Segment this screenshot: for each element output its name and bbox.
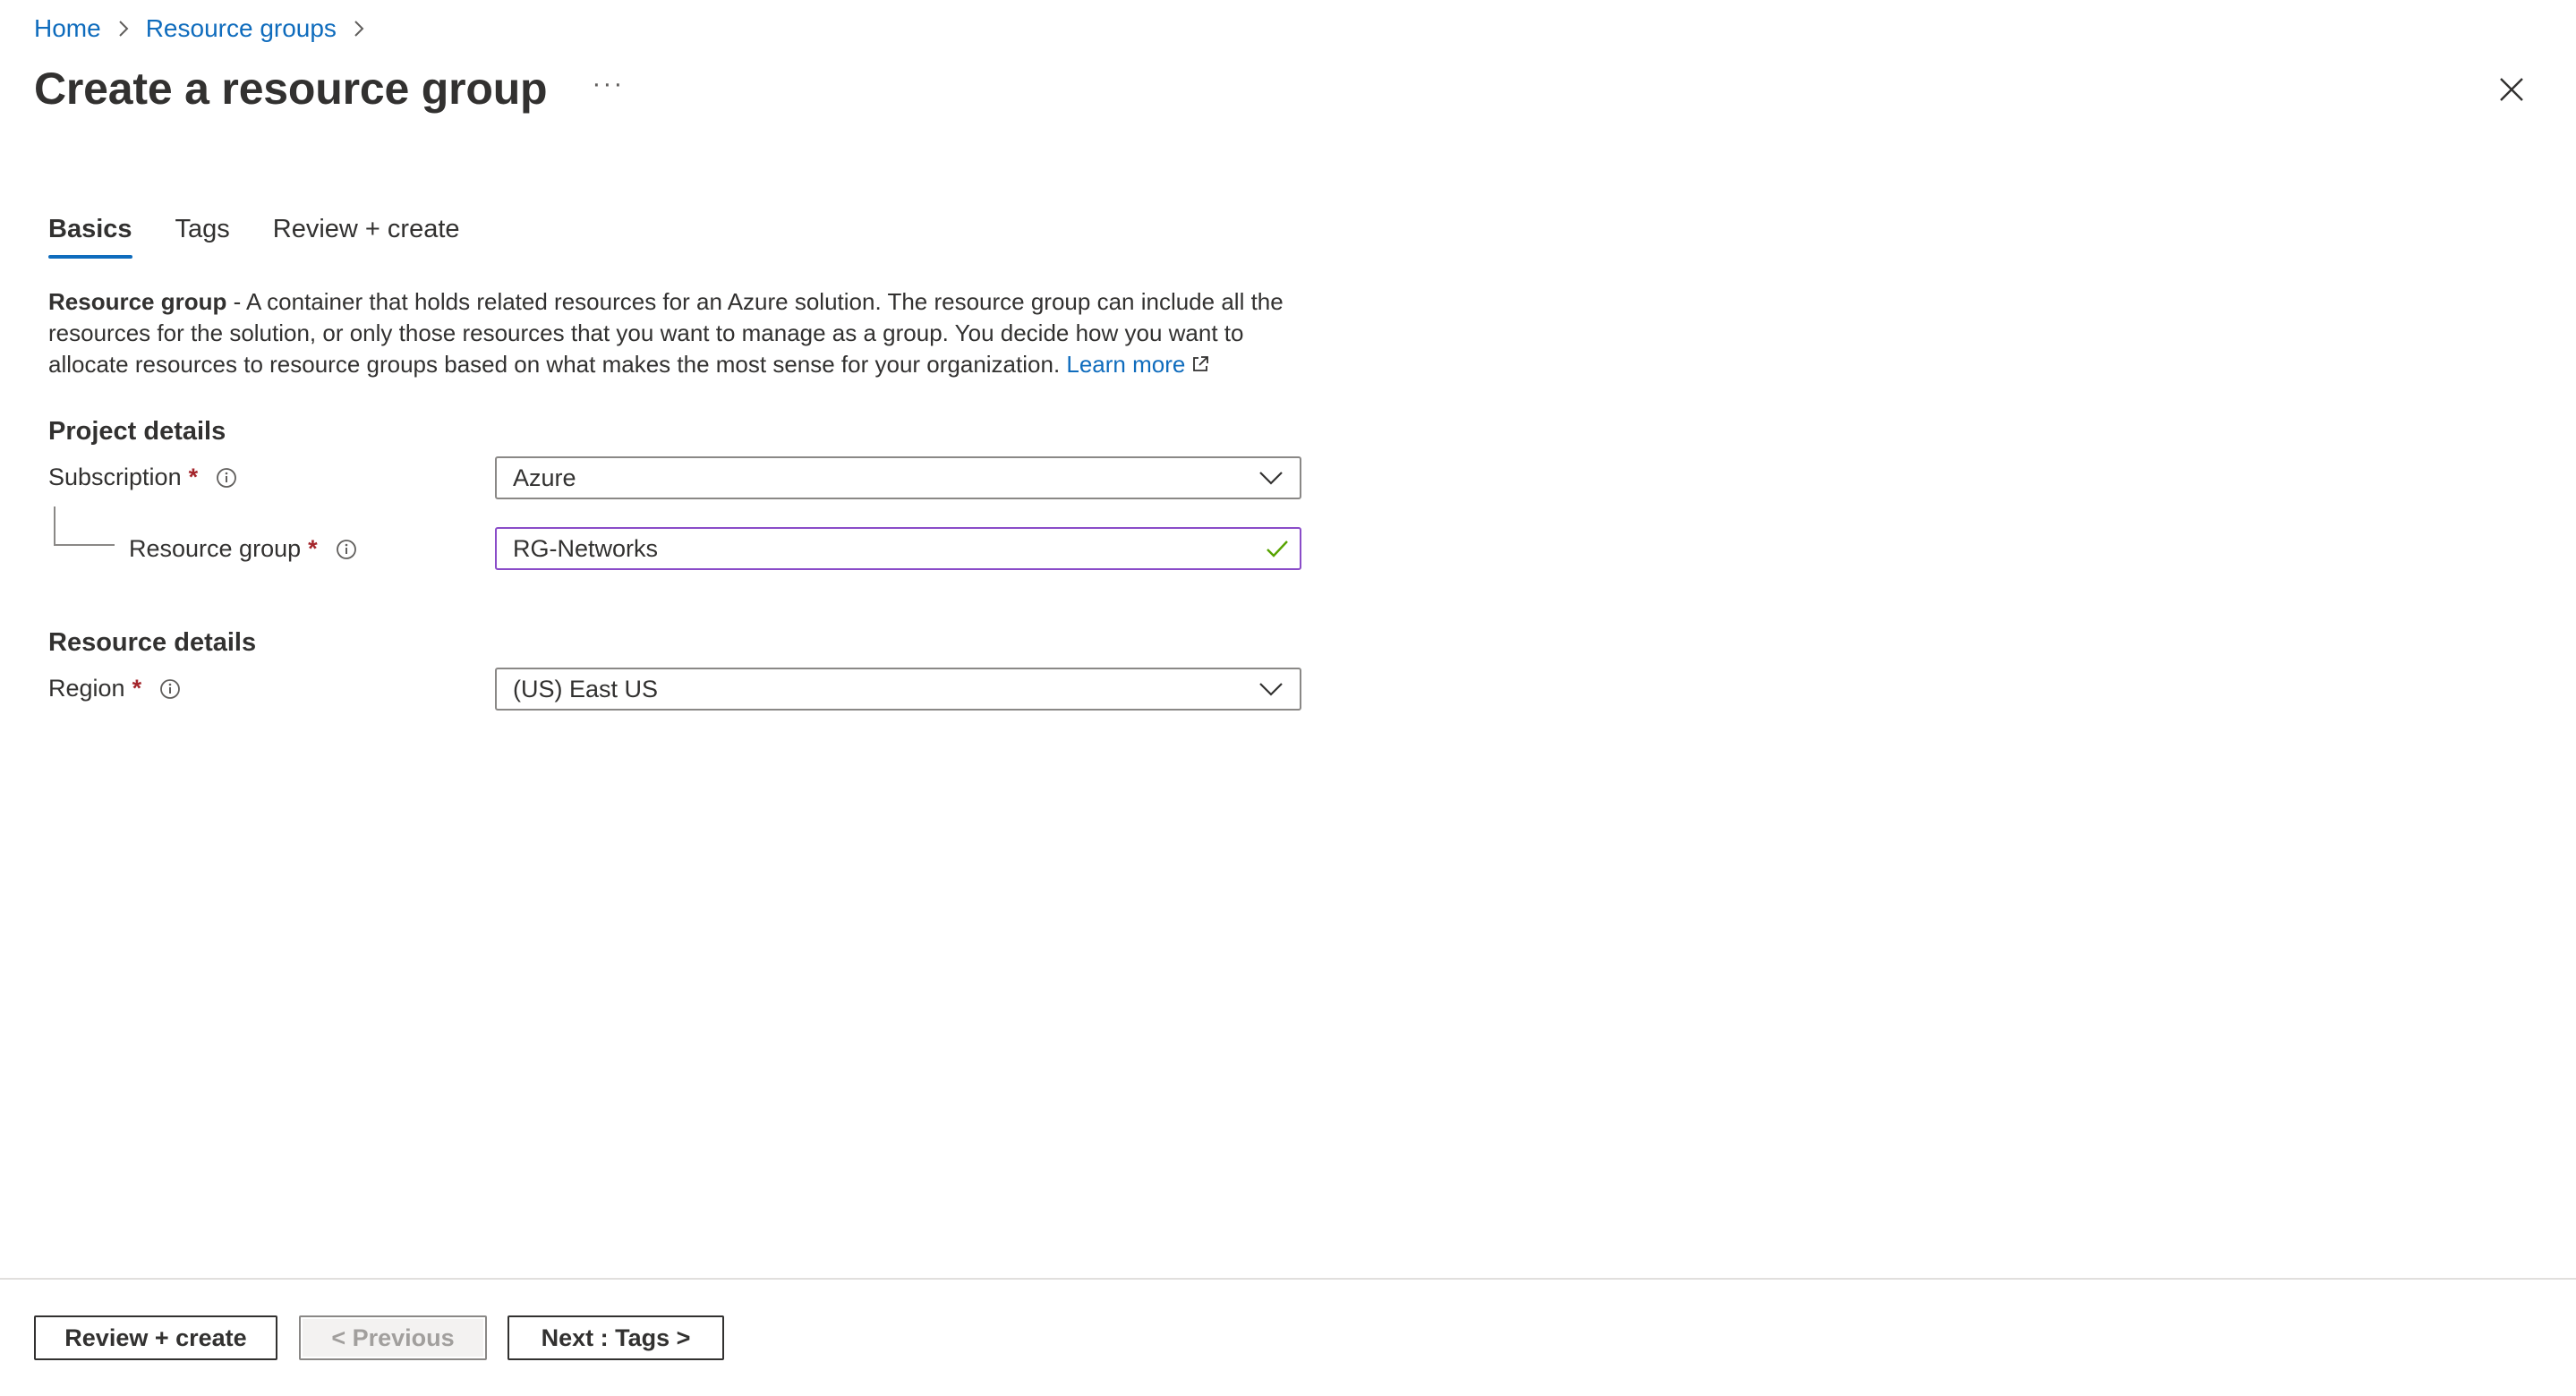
subscription-label-text: Subscription [48,464,182,490]
tab-tags[interactable]: Tags [175,215,230,259]
title-row: Create a resource group ··· [34,63,624,115]
region-label-text: Region [48,675,125,702]
subscription-value: Azure [513,464,576,491]
resource-group-input-wrapper [495,527,1301,570]
more-options-button[interactable]: ··· [592,69,624,108]
info-icon[interactable] [216,467,237,489]
chevron-down-icon [1259,472,1283,485]
subscription-label: Subscription * [48,464,237,491]
resource-group-label: Resource group * [129,535,357,563]
tree-connector [54,506,115,546]
chevron-down-icon [1259,683,1283,696]
required-asterisk: * [308,535,318,562]
breadcrumb: Home Resource groups [34,14,381,43]
page-title: Create a resource group [34,64,548,114]
resource-group-description: Resource group - A container that holds … [48,286,1301,380]
tab-bar: Basics Tags Review + create [48,215,503,259]
checkmark-icon [1267,541,1288,558]
required-asterisk: * [132,675,142,702]
footer-bar: Review + create < Previous Next : Tags > [0,1278,2576,1396]
close-icon[interactable] [2497,75,2526,104]
region-label: Region * [48,675,181,702]
resource-group-label-text: Resource group [129,535,302,562]
region-value: (US) East US [513,675,659,702]
subscription-dropdown[interactable]: Azure [495,456,1301,499]
resource-group-input[interactable] [513,534,1266,563]
info-icon[interactable] [336,539,357,560]
previous-button[interactable]: < Previous [299,1315,487,1360]
review-create-button[interactable]: Review + create [34,1315,277,1360]
learn-more-label: Learn more [1066,351,1186,378]
project-details-heading: Project details [48,417,226,446]
next-tags-button[interactable]: Next : Tags > [508,1315,724,1360]
required-asterisk: * [188,464,199,490]
breadcrumb-resource-groups-link[interactable]: Resource groups [146,14,337,43]
breadcrumb-home-link[interactable]: Home [34,14,101,43]
region-dropdown[interactable]: (US) East US [495,668,1301,711]
tab-basics[interactable]: Basics [48,215,132,259]
chevron-right-icon [117,19,130,38]
description-bold-term: Resource group [48,288,227,315]
external-link-icon [1190,351,1210,371]
resource-details-heading: Resource details [48,628,257,657]
learn-more-link[interactable]: Learn more [1066,351,1210,378]
tab-review-create[interactable]: Review + create [273,215,460,259]
chevron-right-icon [353,19,365,38]
info-icon[interactable] [159,678,181,700]
